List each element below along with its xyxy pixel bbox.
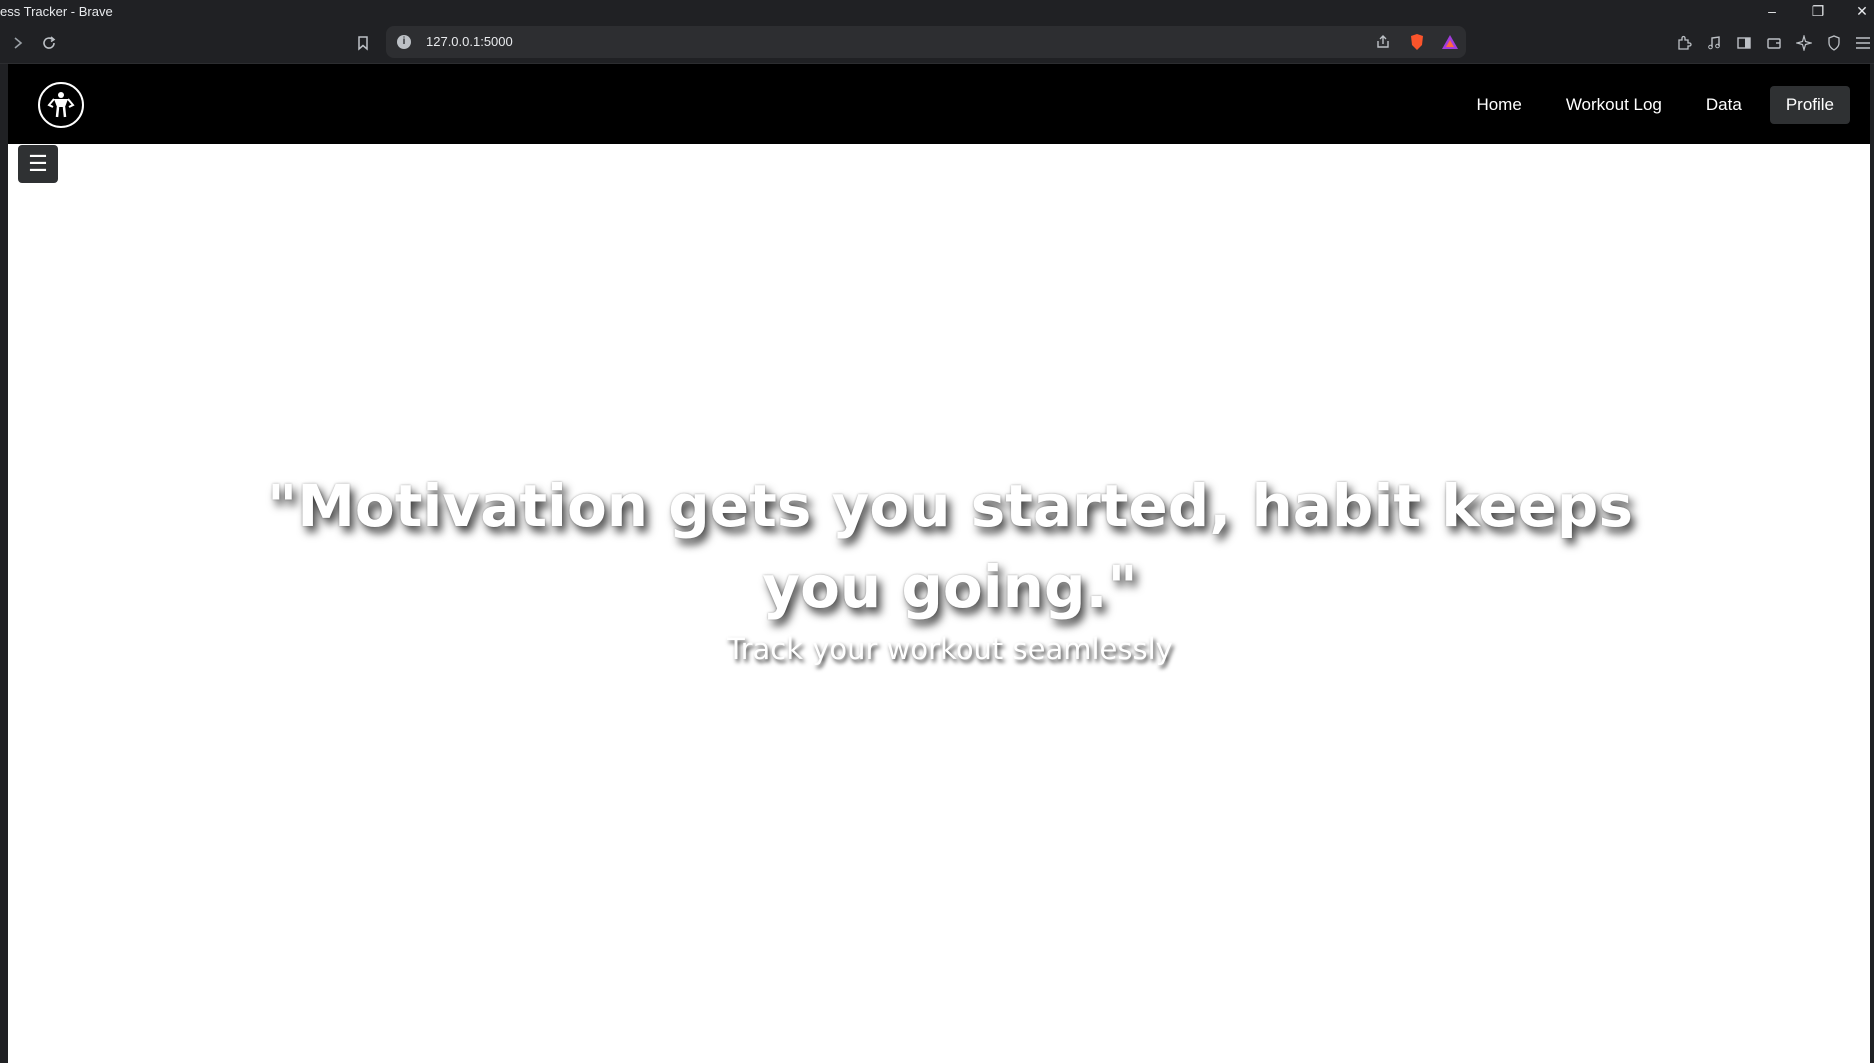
restore-icon[interactable]: ❐ xyxy=(1798,0,1838,22)
browser-title-bar: ess Tracker - Brave – ❐ ✕ xyxy=(0,0,1874,22)
browser-menu-icon[interactable] xyxy=(1850,30,1874,56)
site-navbar: Home Workout Log Data Profile xyxy=(8,64,1870,144)
share-icon[interactable] xyxy=(1370,29,1396,55)
music-icon[interactable] xyxy=(1701,30,1727,56)
motivational-quote: "Motivation gets you started, habit keep… xyxy=(267,472,1633,621)
brave-shields-icon[interactable] xyxy=(1404,29,1430,55)
vpn-shield-icon[interactable] xyxy=(1821,30,1847,56)
hero-section: "Motivation gets you started, habit keep… xyxy=(260,466,1640,666)
url-text: 127.0.0.1:5000 xyxy=(426,34,513,49)
address-bar[interactable]: i 127.0.0.1:5000 xyxy=(386,26,1466,58)
bookmark-icon[interactable] xyxy=(350,30,376,56)
nav-home[interactable]: Home xyxy=(1460,86,1537,124)
leo-ai-icon[interactable] xyxy=(1791,30,1817,56)
extensions-icon[interactable] xyxy=(1671,30,1697,56)
wallet-icon[interactable] xyxy=(1761,30,1787,56)
minimize-icon[interactable]: – xyxy=(1752,0,1792,22)
gym-logo[interactable] xyxy=(38,82,84,128)
window-left-edge xyxy=(0,64,8,1063)
site-info-icon[interactable]: i xyxy=(397,35,411,49)
forward-icon[interactable] xyxy=(5,30,31,56)
sidebar-panel-icon[interactable] xyxy=(1731,30,1757,56)
brave-rewards-icon[interactable] xyxy=(1437,29,1463,55)
window-right-edge xyxy=(1870,64,1874,1063)
nav-links: Home Workout Log Data Profile xyxy=(1460,86,1850,124)
sidebar-toggle-button[interactable]: ☰ xyxy=(18,145,58,183)
window-title: ess Tracker - Brave xyxy=(0,4,113,19)
hero-tagline: Track your workout seamlessly xyxy=(727,632,1173,666)
nav-workout-log[interactable]: Workout Log xyxy=(1550,86,1678,124)
hamburger-icon: ☰ xyxy=(28,151,48,176)
close-icon[interactable]: ✕ xyxy=(1842,0,1874,22)
reload-icon[interactable] xyxy=(36,30,62,56)
nav-data[interactable]: Data xyxy=(1690,86,1758,124)
nav-profile[interactable]: Profile xyxy=(1769,86,1850,124)
browser-toolbar: i 127.0.0.1:5000 xyxy=(0,22,1874,64)
